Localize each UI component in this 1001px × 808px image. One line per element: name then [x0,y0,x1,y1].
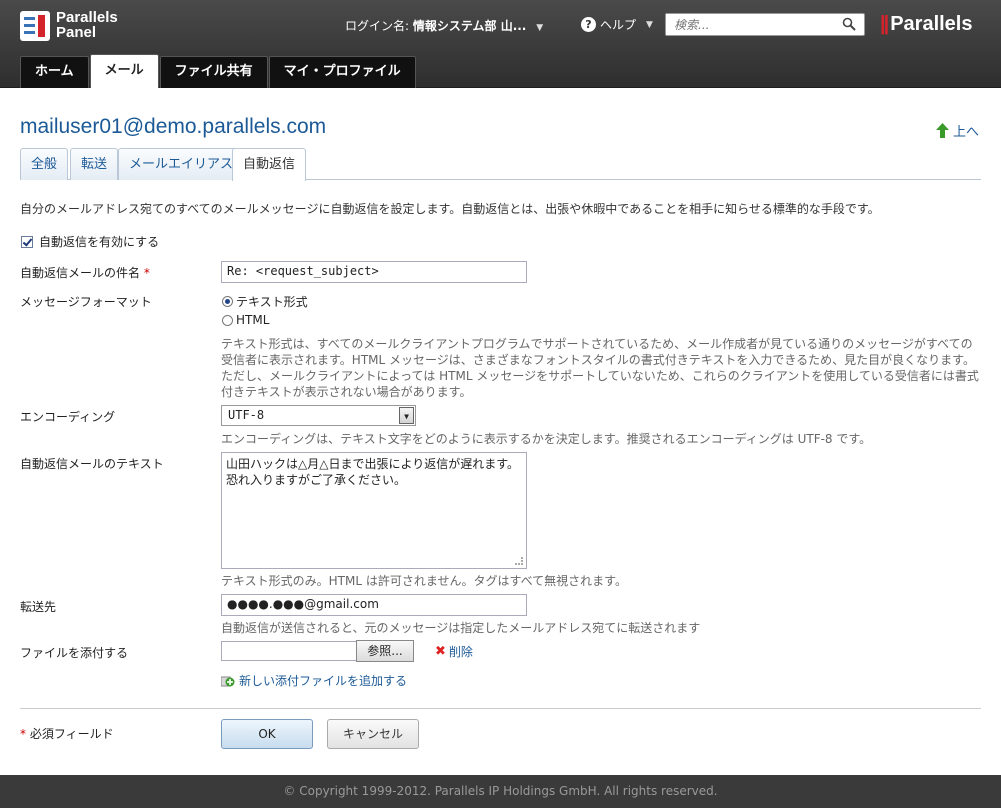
enable-auto-reply-row: 自動返信を有効にする [21,233,159,250]
page-title: mailuser01@demo.parallels.com [20,115,327,138]
delete-label: 削除 [448,645,473,659]
forward-label: 転送先 [20,600,57,614]
enable-auto-reply-checkbox[interactable] [21,235,33,248]
logo-text: Parallels Panel [56,9,118,41]
ok-button[interactable]: OK [221,719,313,749]
search-icon[interactable] [842,17,856,31]
add-attachment-icon [221,676,235,686]
delete-icon: ✖ [435,644,446,659]
required-marker: * [143,266,150,280]
format-html-label: HTML [236,313,270,327]
up-link-label: 上へ [953,125,980,140]
search-input[interactable] [666,14,836,35]
format-html-option[interactable]: HTML [222,313,269,327]
reply-text-value: 山田ハックは△月△日まで出張により返信が遅れます。恐れ入りますがご了承ください。 [226,457,520,487]
tab-forwarding[interactable]: 転送 [70,148,119,180]
subject-label: 自動返信メールの件名 * [20,266,150,280]
main-nav: ホーム メール ファイル共有 マイ・プロファイル [20,54,417,88]
tab-general[interactable]: 全般 [20,148,69,180]
login-label: ログイン名: [345,19,410,33]
encoding-label: エンコーディング [20,410,116,424]
nav-tab-my-profile[interactable]: マイ・プロファイル [268,56,416,88]
divider [20,708,981,709]
forward-input[interactable]: ●●●●.●●●@gmail.com [221,594,527,616]
help-label: ヘルプ [600,18,637,32]
required-fields-note: * 必須フィールド [20,727,114,741]
parallels-panel-logo[interactable]: Parallels Panel [20,9,130,43]
browse-button[interactable]: 参照... [356,640,414,662]
sub-tabs: 全般 転送 メールエイリアス 自動返信 [20,148,981,181]
resize-grip-icon[interactable] [515,557,523,565]
forward-hint: 自動返信が送信されると、元のメッセージは指定したメールアドレス宛てに転送されます [221,621,701,635]
encoding-select[interactable]: UTF-8 ▼ [221,405,416,426]
reply-text-textarea[interactable]: 山田ハックは△月△日まで出張により返信が遅れます。恐れ入りますがご了承ください。 [221,452,527,569]
up-level-link[interactable]: 上へ [936,121,979,140]
add-attachment-label: 新しい添付ファイルを追加する [239,674,408,688]
encoding-hint: エンコーディングは、テキスト文字をどのように表示するかを決定します。推奨されるエ… [221,432,872,446]
parallels-brand-logo: || Parallels [880,13,973,35]
encoding-value: UTF-8 [228,408,265,422]
add-attachment-link[interactable]: 新しい添付ファイルを追加する [221,672,407,689]
logo-icon [20,11,50,41]
delete-attachment-link[interactable]: ✖ 削除 [435,643,473,660]
attachment-file-input[interactable] [221,641,357,661]
tab-mail-aliases[interactable]: メールエイリアス [118,148,245,180]
chevron-down-icon: ▼ [646,19,653,30]
attach-label: ファイルを添付する [20,646,129,660]
login-menu[interactable]: ログイン名: 情報システム部 山... ▼ [345,17,543,34]
nav-tab-file-sharing[interactable]: ファイル共有 [159,56,268,88]
reply-text-hint: テキスト形式のみ。HTML は許可されません。タグはすべて無視されます。 [221,574,627,588]
format-label: メッセージフォーマット [20,295,152,309]
format-text-radio[interactable] [222,296,233,307]
enable-auto-reply-label: 自動返信を有効にする [39,235,160,249]
help-icon: ? [581,17,596,32]
nav-tab-mail[interactable]: メール [89,54,159,88]
chevron-down-icon: ▼ [399,407,414,424]
top-bar: Parallels Panel ログイン名: 情報システム部 山... ▼ ? … [0,0,1001,88]
reply-text-label: 自動返信メールのテキスト [20,457,164,471]
cancel-button[interactable]: キャンセル [327,719,419,749]
format-text-option[interactable]: テキスト形式 [222,293,308,310]
brand-bars-icon: || [880,13,889,35]
chevron-down-icon: ▼ [536,23,544,33]
tab-auto-reply[interactable]: 自動返信 [232,148,307,181]
format-hint: テキスト形式は、すべてのメールクライアントプログラムでサポートされているため、メ… [221,337,979,399]
nav-tab-home[interactable]: ホーム [20,56,89,88]
form-description: 自分のメールアドレス宛てのすべてのメールメッセージに自動返信を設定します。自動返… [20,202,880,216]
login-name: 情報システム部 山... [412,19,527,33]
help-menu[interactable]: ? ヘルプ ▼ [581,16,653,33]
format-html-radio[interactable] [222,314,233,326]
subject-input[interactable]: Re: <request_subject> [221,261,527,283]
up-arrow-icon [936,123,949,138]
format-text-label: テキスト形式 [236,295,308,309]
search-box [665,13,865,36]
footer-copyright: © Copyright 1999-2012. Parallels IP Hold… [0,775,1001,808]
